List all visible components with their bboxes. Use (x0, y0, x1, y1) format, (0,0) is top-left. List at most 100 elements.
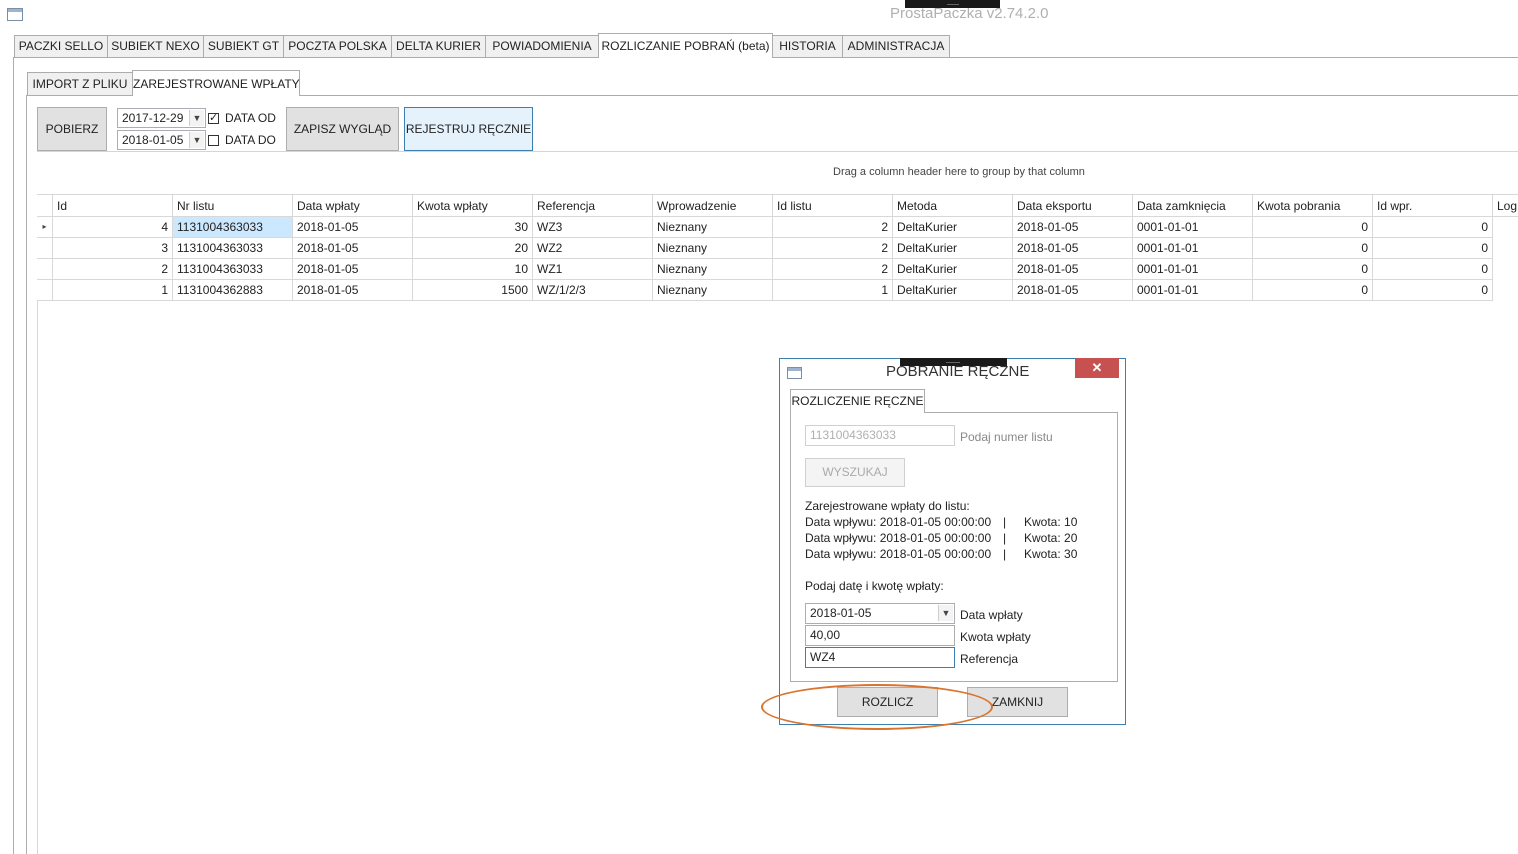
chevron-down-icon[interactable]: ▼ (938, 605, 953, 621)
column-header-data-zamkniecia[interactable]: Data zamknięcia (1133, 194, 1253, 217)
table-cell[interactable]: 2 (773, 259, 893, 280)
save-layout-button[interactable]: ZAPISZ WYGLĄD (286, 107, 399, 151)
table-cell[interactable]: Nieznany (653, 238, 773, 259)
reference-input[interactable]: WZ4 (805, 647, 955, 668)
table-cell[interactable]: 2 (773, 217, 893, 238)
table-cell[interactable]: 0 (1253, 217, 1373, 238)
table-cell[interactable]: 0001-01-01 (1133, 280, 1253, 301)
row-header[interactable] (37, 280, 53, 301)
registered-payment-amount: Kwota: 20 (1024, 531, 1078, 545)
table-cell[interactable]: 2018-01-05 (293, 238, 413, 259)
table-cell[interactable]: DeltaKurier (893, 238, 1013, 259)
fetch-button[interactable]: POBIERZ (37, 107, 107, 151)
table-cell[interactable]: WZ3 (533, 217, 653, 238)
column-header-log[interactable]: Log (1493, 194, 1518, 217)
dialog-title: POBRANIE RĘCZNE (886, 363, 1030, 380)
table-cell[interactable]: DeltaKurier (893, 280, 1013, 301)
table-cell[interactable]: 1131004363033 (173, 259, 293, 280)
table-cell[interactable]: 0 (1253, 280, 1373, 301)
row-header[interactable] (37, 259, 53, 280)
table-cell[interactable]: 0001-01-01 (1133, 217, 1253, 238)
column-header-referencja[interactable]: Referencja (533, 194, 653, 217)
tab-subiekt-nexo[interactable]: SUBIEKT NEXO (107, 35, 204, 57)
table-cell[interactable]: 0 (1253, 259, 1373, 280)
chevron-down-icon[interactable]: ▼ (189, 132, 204, 148)
tab-administracja[interactable]: ADMINISTRACJA (842, 35, 950, 57)
column-header-metoda[interactable]: Metoda (893, 194, 1013, 217)
tab-rozliczenie-reczne[interactable]: ROZLICZENIE RĘCZNE (790, 389, 925, 413)
row-header[interactable] (37, 238, 53, 259)
table-cell[interactable]: 1131004363033 (173, 238, 293, 259)
date-from-value: 2017-12-29 (122, 111, 184, 125)
column-header-id-wpr[interactable]: Id wpr. (1373, 194, 1493, 217)
column-header-id[interactable]: Id (53, 194, 173, 217)
table-cell[interactable]: 2018-01-05 (293, 259, 413, 280)
table-cell[interactable]: DeltaKurier (893, 217, 1013, 238)
column-header-nr-listu[interactable]: Nr listu (173, 194, 293, 217)
column-header-data-eksportu[interactable]: Data eksportu (1013, 194, 1133, 217)
close-icon[interactable]: ✕ (1075, 358, 1119, 378)
table-cell[interactable]: Nieznany (653, 217, 773, 238)
date-to-picker[interactable]: 2018-01-05 ▼ (117, 130, 206, 150)
tab-powiadomienia[interactable]: POWIADOMIENIA (485, 35, 599, 57)
column-header-data-wplaty[interactable]: Data wpłaty (293, 194, 413, 217)
table-cell[interactable]: 0 (1253, 238, 1373, 259)
payment-amount-label: Kwota wpłaty (960, 630, 1031, 644)
payment-amount-input[interactable]: 40,00 (805, 625, 955, 646)
table-cell[interactable]: 10 (413, 259, 533, 280)
table-cell[interactable]: 2018-01-05 (1013, 238, 1133, 259)
table-cell[interactable]: 2018-01-05 (1013, 259, 1133, 280)
table-cell[interactable]: 4 (53, 217, 173, 238)
table-cell[interactable]: WZ/1/2/3 (533, 280, 653, 301)
table-cell[interactable]: WZ2 (533, 238, 653, 259)
table-cell[interactable]: 2 (53, 259, 173, 280)
table-cell[interactable]: 2018-01-05 (293, 280, 413, 301)
search-button[interactable]: WYSZUKAJ (805, 458, 905, 487)
table-cell[interactable]: WZ1 (533, 259, 653, 280)
table-cell[interactable]: 1131004362883 (173, 280, 293, 301)
tab-historia[interactable]: HISTORIA (772, 35, 843, 57)
table-cell-selected[interactable]: 1131004363033 (173, 217, 293, 238)
table-cell[interactable]: 0 (1373, 259, 1493, 280)
tab-import-z-pliku[interactable]: IMPORT Z PLIKU (27, 72, 133, 95)
date-from-picker[interactable]: 2017-12-29 ▼ (117, 108, 206, 128)
table-cell[interactable]: 2018-01-05 (1013, 217, 1133, 238)
table-cell[interactable]: 30 (413, 217, 533, 238)
table-cell[interactable]: 0 (1373, 238, 1493, 259)
column-header-id-listu[interactable]: Id listu (773, 194, 893, 217)
chevron-down-icon[interactable]: ▼ (189, 110, 204, 126)
highlight-ellipse (761, 684, 993, 730)
drag-grip-handle[interactable] (905, 0, 1000, 8)
tab-poczta-polska[interactable]: POCZTA POLSKA (283, 35, 392, 57)
table-cell[interactable]: 0001-01-01 (1133, 238, 1253, 259)
tab-subiekt-gt[interactable]: SUBIEKT GT (203, 35, 284, 57)
tab-zarejestrowane-wplaty[interactable]: ZAREJESTROWANE WPŁATY (132, 70, 300, 96)
tab-paczki-sello[interactable]: PACZKI SELLO (14, 35, 108, 57)
table-cell[interactable]: 2018-01-05 (1013, 280, 1133, 301)
table-cell[interactable]: 1 (773, 280, 893, 301)
table-cell[interactable]: DeltaKurier (893, 259, 1013, 280)
payment-date-picker[interactable]: 2018-01-05 ▼ (805, 603, 955, 624)
table-cell[interactable]: 1 (53, 280, 173, 301)
shipment-number-input[interactable]: 1131004363033 (805, 425, 955, 446)
tab-rozliczanie-pobran[interactable]: ROZLICZANIE POBRAŃ (beta) (598, 33, 773, 58)
table-cell[interactable]: 0 (1373, 280, 1493, 301)
column-header-kwota-wplaty[interactable]: Kwota wpłaty (413, 194, 533, 217)
register-manual-button[interactable]: REJESTRUJ RĘCZNIE (404, 107, 533, 151)
column-header-kwota-pobrania[interactable]: Kwota pobrania (1253, 194, 1373, 217)
table-cell[interactable]: 2 (773, 238, 893, 259)
table-cell[interactable]: 3 (53, 238, 173, 259)
table-cell[interactable]: Nieznany (653, 280, 773, 301)
table-cell[interactable]: 1500 (413, 280, 533, 301)
date-to-label: DATA DO (225, 133, 276, 147)
table-cell[interactable]: 0 (1373, 217, 1493, 238)
table-cell[interactable]: 20 (413, 238, 533, 259)
tab-delta-kurier[interactable]: DELTA KURIER (391, 35, 486, 57)
table-cell[interactable]: 2018-01-05 (293, 217, 413, 238)
date-to-checkbox[interactable] (208, 135, 219, 146)
date-from-checkbox[interactable]: ✓ (208, 113, 219, 124)
column-header-wprowadzenie[interactable]: Wprowadzenie (653, 194, 773, 217)
row-header-current[interactable]: ▸ (37, 217, 53, 238)
table-cell[interactable]: Nieznany (653, 259, 773, 280)
table-cell[interactable]: 0001-01-01 (1133, 259, 1253, 280)
